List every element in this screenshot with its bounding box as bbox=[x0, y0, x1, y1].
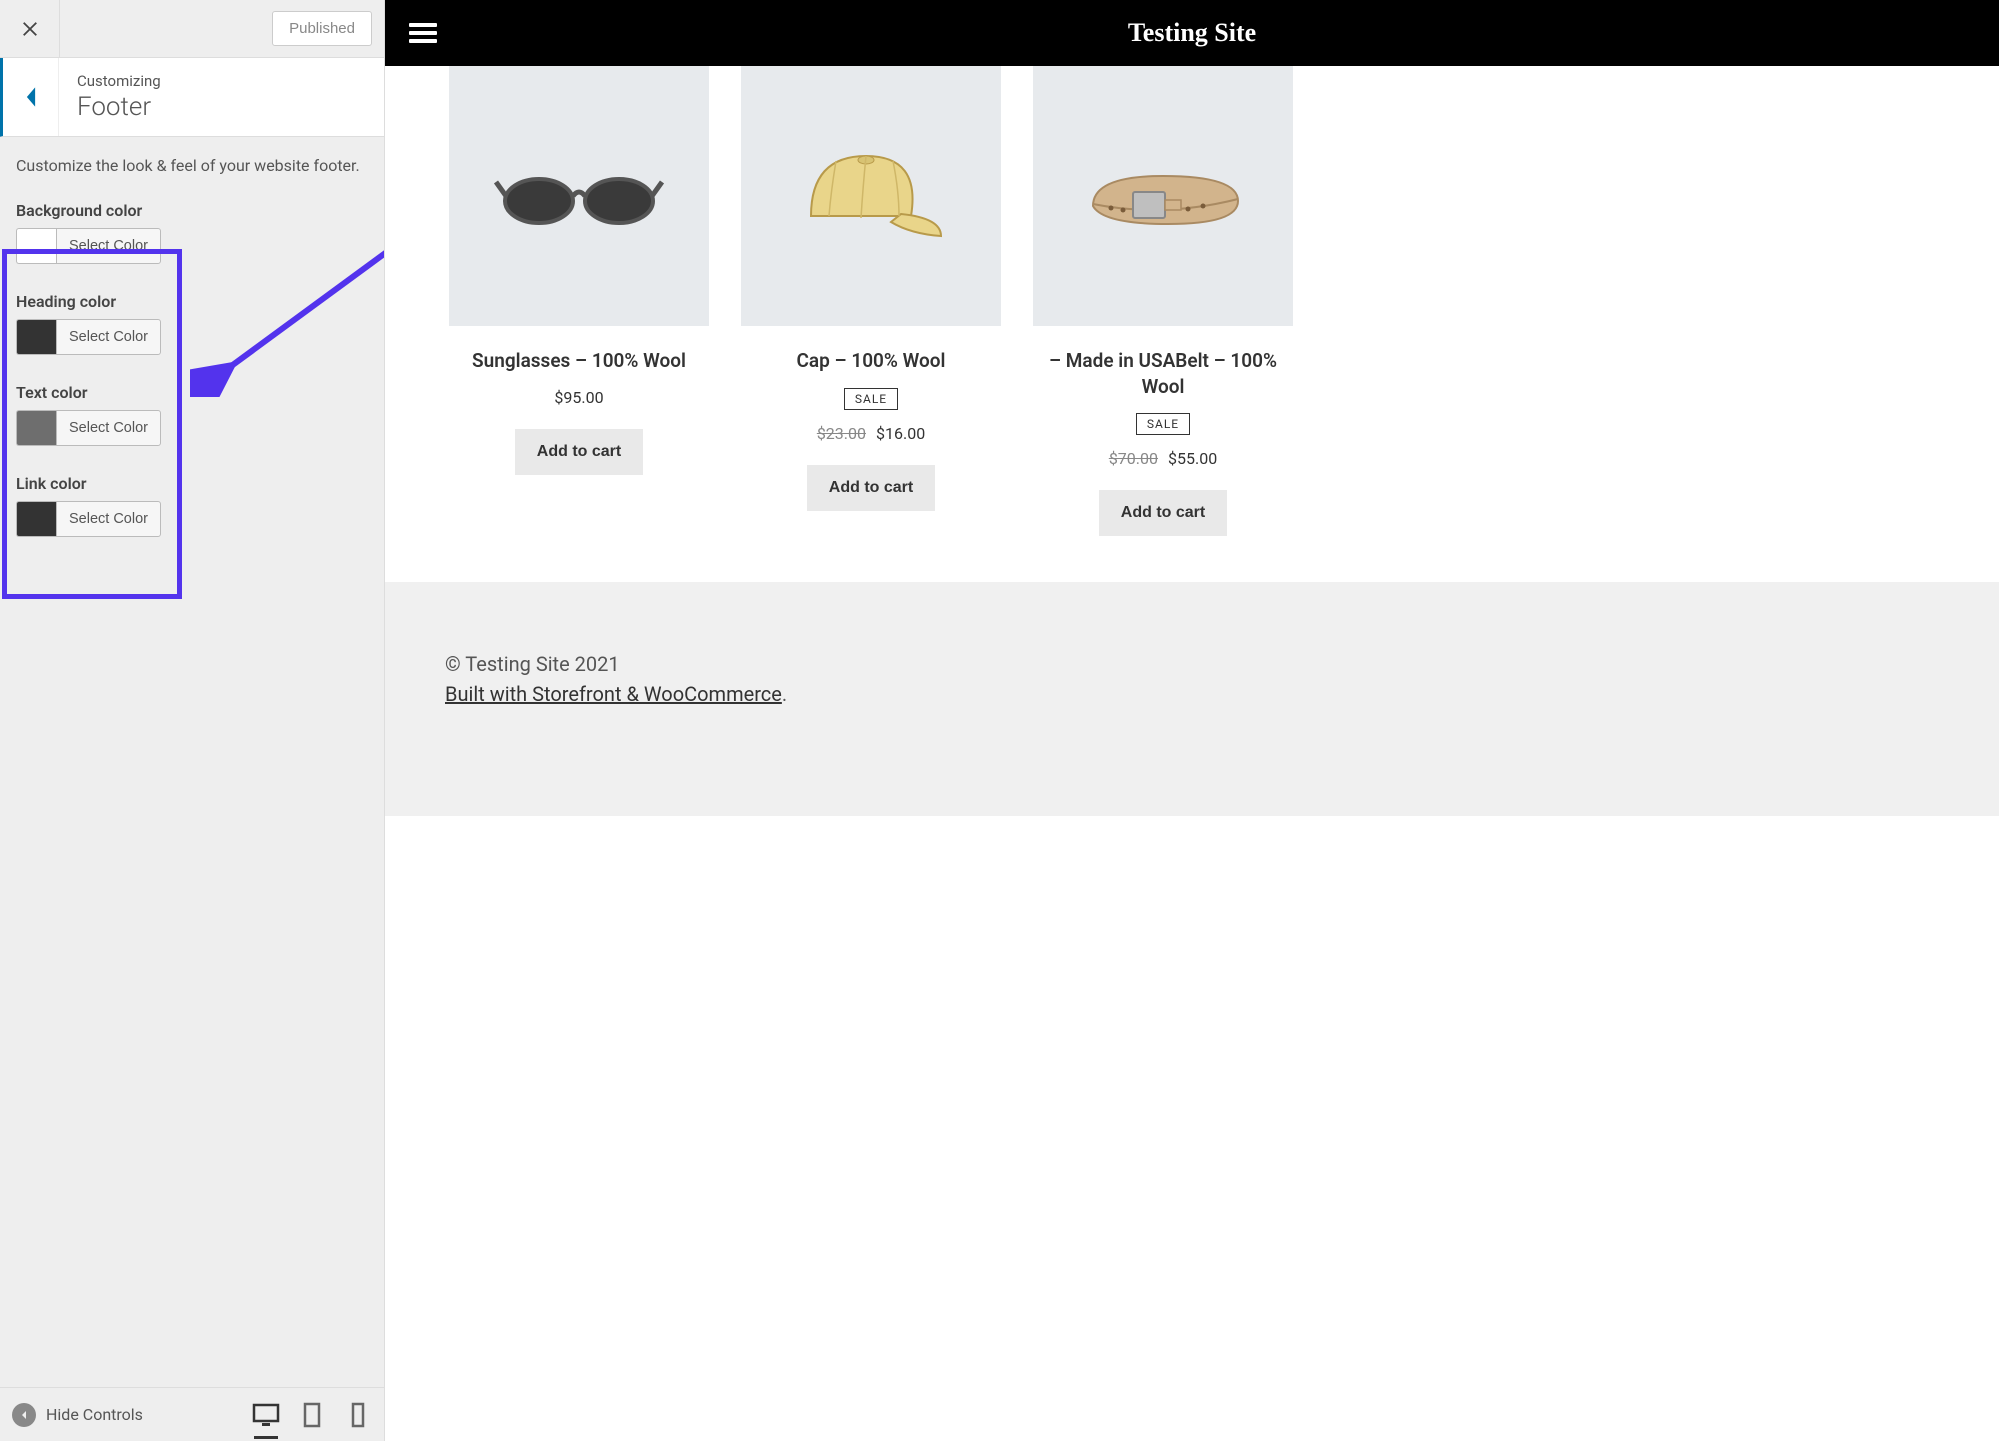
product-title: Sunglasses – 100% Wool bbox=[449, 348, 709, 374]
mobile-icon bbox=[344, 1401, 372, 1429]
hide-controls-button[interactable]: Hide Controls bbox=[12, 1403, 143, 1427]
text-color-control: Text color Select Color bbox=[16, 383, 368, 446]
color-swatch[interactable] bbox=[16, 228, 56, 264]
product-card[interactable]: – Made in USABelt – 100% Wool SALE $70.0… bbox=[1033, 66, 1293, 536]
product-title: – Made in USABelt – 100% Wool bbox=[1033, 348, 1293, 399]
hide-controls-label: Hide Controls bbox=[46, 1405, 143, 1424]
color-swatch[interactable] bbox=[16, 501, 56, 537]
section-header: Customizing Footer bbox=[0, 58, 384, 137]
menu-button[interactable] bbox=[409, 19, 437, 47]
close-button[interactable] bbox=[0, 0, 60, 58]
site-title[interactable]: Testing Site bbox=[1128, 18, 1256, 48]
sale-badge: SALE bbox=[1136, 413, 1190, 435]
sunglasses-icon bbox=[494, 156, 664, 236]
product-card[interactable]: Cap – 100% Wool SALE $23.00$16.00 Add to… bbox=[741, 66, 1001, 536]
background-color-control: Background color Select Color bbox=[16, 201, 368, 264]
sidebar-content: Customize the look & feel of your websit… bbox=[0, 137, 384, 1387]
desktop-icon bbox=[252, 1401, 280, 1429]
heading-color-control: Heading color Select Color bbox=[16, 292, 368, 355]
product-price: $70.00$55.00 bbox=[1033, 449, 1293, 468]
device-tablet-button[interactable] bbox=[298, 1401, 326, 1429]
customizer-sidebar: Published Customizing Footer Customize t… bbox=[0, 0, 385, 1441]
published-button[interactable]: Published bbox=[272, 11, 372, 46]
link-color-control: Link color Select Color bbox=[16, 474, 368, 537]
select-color-button[interactable]: Select Color bbox=[56, 410, 161, 446]
color-label: Link color bbox=[16, 474, 368, 493]
cap-icon bbox=[791, 136, 951, 256]
device-desktop-button[interactable] bbox=[252, 1401, 280, 1429]
product-image bbox=[1033, 66, 1293, 326]
footer-period: . bbox=[782, 682, 787, 706]
section-title: Footer bbox=[77, 92, 161, 122]
collapse-icon bbox=[12, 1403, 36, 1427]
customizer-bottom-bar: Hide Controls bbox=[0, 1387, 384, 1441]
product-card[interactable]: Sunglasses – 100% Wool $95.00 Add to car… bbox=[449, 66, 709, 536]
product-price: $95.00 bbox=[449, 388, 709, 407]
tablet-icon bbox=[298, 1401, 326, 1429]
add-to-cart-button[interactable]: Add to cart bbox=[1099, 490, 1227, 536]
product-image bbox=[449, 66, 709, 326]
preview-body: Sunglasses – 100% Wool $95.00 Add to car… bbox=[385, 66, 1999, 1441]
help-text: Customize the look & feel of your websit… bbox=[16, 155, 368, 177]
add-to-cart-button[interactable]: Add to cart bbox=[515, 429, 643, 475]
add-to-cart-button[interactable]: Add to cart bbox=[807, 465, 935, 511]
select-color-button[interactable]: Select Color bbox=[56, 501, 161, 537]
product-price: $23.00$16.00 bbox=[741, 424, 1001, 443]
color-label: Text color bbox=[16, 383, 368, 402]
select-color-button[interactable]: Select Color bbox=[56, 319, 161, 355]
preview-header: Testing Site bbox=[385, 0, 1999, 66]
back-button[interactable] bbox=[3, 58, 59, 136]
chevron-left-icon bbox=[24, 86, 38, 108]
color-label: Heading color bbox=[16, 292, 368, 311]
color-label: Background color bbox=[16, 201, 368, 220]
close-icon bbox=[21, 20, 39, 38]
preview-footer: © Testing Site 2021 Built with Storefron… bbox=[385, 582, 1999, 816]
site-preview: Testing Site Sunglasses – 100% Wool $95.… bbox=[385, 0, 1999, 1441]
product-title: Cap – 100% Wool bbox=[741, 348, 1001, 374]
color-swatch[interactable] bbox=[16, 319, 56, 355]
customizer-top-bar: Published bbox=[0, 0, 384, 58]
footer-built-link[interactable]: Built with Storefront & WooCommerce bbox=[445, 682, 782, 706]
device-mobile-button[interactable] bbox=[344, 1401, 372, 1429]
belt-icon bbox=[1073, 146, 1253, 246]
footer-copyright: © Testing Site 2021 bbox=[445, 652, 1939, 676]
color-swatch[interactable] bbox=[16, 410, 56, 446]
hamburger-icon bbox=[409, 23, 437, 27]
select-color-button[interactable]: Select Color bbox=[56, 228, 161, 264]
product-grid: Sunglasses – 100% Wool $95.00 Add to car… bbox=[385, 66, 1999, 582]
sale-badge: SALE bbox=[844, 388, 898, 410]
section-eyebrow: Customizing bbox=[77, 72, 161, 90]
product-image bbox=[741, 66, 1001, 326]
